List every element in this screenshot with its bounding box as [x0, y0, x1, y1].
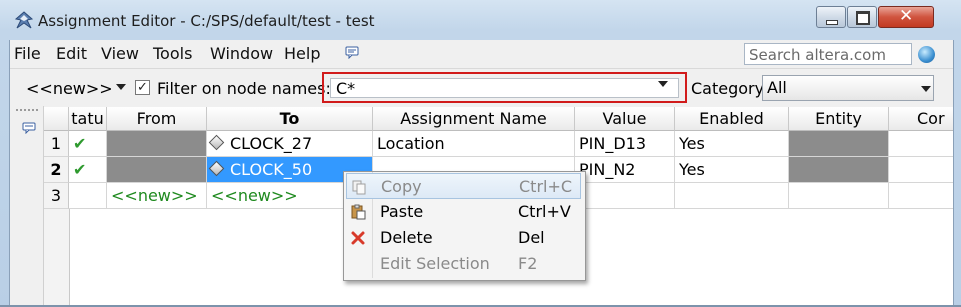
- category-value: All: [767, 78, 787, 97]
- drag-grip[interactable]: [16, 109, 38, 114]
- comment-cell[interactable]: [889, 131, 953, 157]
- column-header-from[interactable]: From: [107, 107, 207, 131]
- comment-cell[interactable]: [889, 183, 953, 209]
- category-select[interactable]: All: [762, 75, 934, 101]
- menu-tools[interactable]: Tools: [153, 44, 192, 63]
- assignment-name-cell[interactable]: Location: [373, 131, 575, 157]
- maximize-button[interactable]: [847, 6, 877, 28]
- column-header-entity[interactable]: Entity: [789, 107, 889, 131]
- column-header-to[interactable]: To: [207, 107, 373, 131]
- menu-item-shortcut: Del: [518, 228, 545, 247]
- row-header-corner: [44, 107, 69, 131]
- status-check-icon: ✔: [69, 131, 107, 157]
- filter-toolbar: <<new>> ✓ Filter on node names: C* Categ…: [10, 68, 953, 107]
- close-button[interactable]: ✕: [878, 6, 934, 28]
- menu-window[interactable]: Window: [210, 44, 273, 63]
- menu-item-label: Edit Selection: [380, 254, 490, 273]
- entity-cell[interactable]: [789, 183, 889, 209]
- node-filter-highlight: C*: [322, 72, 687, 103]
- menu-edit[interactable]: Edit: [56, 44, 87, 63]
- row-number[interactable]: 1: [44, 131, 69, 157]
- node-filter-input[interactable]: C*: [330, 78, 679, 98]
- chevron-down-icon: [921, 86, 931, 92]
- column-header-assignment-name[interactable]: Assignment Name: [373, 107, 575, 131]
- menu-item-shortcut: Ctrl+V: [518, 202, 571, 221]
- column-header-comment[interactable]: Cor: [889, 107, 953, 131]
- menu-help[interactable]: Help: [284, 44, 320, 63]
- entity-cell[interactable]: [789, 131, 889, 157]
- menu-item-paste[interactable]: Paste Ctrl+V: [346, 199, 581, 225]
- new-assignment-combo[interactable]: <<new>>: [26, 79, 113, 98]
- node-pin-icon: [208, 160, 225, 177]
- to-cell-text: CLOCK_50: [230, 160, 313, 179]
- to-cell[interactable]: CLOCK_27: [207, 131, 373, 157]
- node-pin-icon: [208, 134, 225, 151]
- menu-item-label: Paste: [380, 202, 424, 221]
- close-icon: ✕: [899, 6, 914, 26]
- menu-view[interactable]: View: [101, 44, 139, 63]
- comment-cell[interactable]: [889, 157, 953, 183]
- help-balloon-icon[interactable]: [22, 122, 36, 134]
- row-number[interactable]: 3: [44, 183, 69, 209]
- row-number[interactable]: 2: [44, 157, 69, 183]
- paste-icon: [351, 204, 366, 220]
- enabled-cell[interactable]: Yes: [675, 157, 789, 183]
- window-title: Assignment Editor - C:/SPS/default/test …: [38, 12, 375, 30]
- copy-icon: [352, 180, 366, 195]
- menu-bar: File Edit View Tools Window Help Search …: [10, 40, 953, 67]
- entity-cell[interactable]: [789, 157, 889, 183]
- enabled-cell[interactable]: Yes: [675, 131, 789, 157]
- status-cell: [69, 183, 107, 209]
- column-header-enabled[interactable]: Enabled: [675, 107, 789, 131]
- menu-item-delete[interactable]: Delete Del: [346, 225, 581, 251]
- help-balloon-icon[interactable]: [345, 46, 359, 59]
- from-cell[interactable]: [107, 131, 207, 157]
- menu-item-label: Copy: [381, 177, 422, 196]
- globe-icon[interactable]: [918, 46, 935, 63]
- from-new-cell[interactable]: <<new>>: [107, 183, 207, 209]
- enabled-cell[interactable]: [675, 183, 789, 209]
- delete-icon: [351, 231, 365, 245]
- assignment-editor-window: Assignment Editor - C:/SPS/default/test …: [0, 0, 961, 307]
- chevron-down-icon[interactable]: [658, 81, 668, 87]
- filter-label: Filter on node names:: [157, 79, 331, 98]
- category-label: Category:: [691, 79, 769, 98]
- menu-item-copy[interactable]: Copy Ctrl+C: [346, 173, 581, 199]
- title-bar[interactable]: Assignment Editor - C:/SPS/default/test …: [0, 0, 961, 40]
- column-header-value[interactable]: Value: [575, 107, 675, 131]
- context-menu: Copy Ctrl+C Paste Ctrl+V Delete Del Edit…: [343, 171, 586, 281]
- menu-file[interactable]: File: [14, 44, 41, 63]
- value-cell[interactable]: PIN_D13: [575, 131, 675, 157]
- search-input[interactable]: Search altera.com: [744, 43, 912, 65]
- minimize-button[interactable]: [816, 6, 846, 28]
- maximize-icon: [856, 11, 870, 25]
- to-cell-text: CLOCK_27: [230, 134, 313, 153]
- chevron-down-icon[interactable]: [116, 84, 126, 90]
- value-cell[interactable]: [575, 183, 675, 209]
- status-check-icon: ✔: [69, 157, 107, 183]
- menu-item-edit-selection[interactable]: Edit Selection F2: [346, 251, 581, 277]
- minimize-icon: [826, 20, 838, 25]
- value-cell[interactable]: PIN_N2: [575, 157, 675, 183]
- menu-item-shortcut: F2: [518, 254, 538, 273]
- from-cell[interactable]: [107, 157, 207, 183]
- column-header-status[interactable]: tatu: [69, 107, 107, 131]
- quartus-app-icon: [14, 11, 34, 29]
- filter-checkbox[interactable]: ✓: [135, 80, 150, 95]
- row-header-empty: [44, 209, 70, 307]
- left-dock-strip: [10, 106, 44, 307]
- menu-item-shortcut: Ctrl+C: [519, 177, 573, 196]
- menu-item-label: Delete: [380, 228, 433, 247]
